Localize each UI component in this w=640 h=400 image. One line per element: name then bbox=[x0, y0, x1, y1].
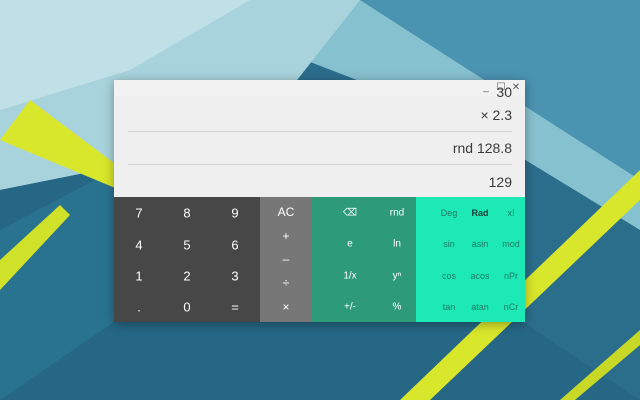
key-3[interactable]: 3 bbox=[231, 269, 238, 284]
key-npr[interactable]: nPr bbox=[504, 271, 518, 281]
key-5[interactable]: 5 bbox=[183, 238, 190, 253]
key-4[interactable]: 4 bbox=[135, 238, 142, 253]
display-separator bbox=[128, 164, 512, 165]
history-line: rnd 128.8 bbox=[452, 140, 512, 156]
key-7[interactable]: 7 bbox=[135, 206, 142, 221]
key-cos[interactable]: cos bbox=[442, 271, 456, 281]
key-radians[interactable]: Rad bbox=[471, 208, 488, 218]
calculator-display: 30 × 2.3 rnd 128.8 129 bbox=[114, 84, 525, 197]
scientific-pad: ⌫ rnd e ln 1/x yⁿ +/- % bbox=[312, 197, 416, 322]
key-6[interactable]: 6 bbox=[231, 238, 238, 253]
key-reciprocal[interactable]: 1/x bbox=[343, 271, 356, 282]
key-atan[interactable]: atan bbox=[471, 302, 489, 312]
key-tan[interactable]: tan bbox=[443, 302, 456, 312]
key-e[interactable]: e bbox=[347, 239, 353, 250]
key-0[interactable]: 0 bbox=[183, 300, 190, 315]
key-8[interactable]: 8 bbox=[183, 206, 190, 221]
key-factorial[interactable]: x! bbox=[507, 208, 514, 218]
key-divide[interactable]: ÷ bbox=[283, 276, 290, 290]
key-1[interactable]: 1 bbox=[135, 269, 142, 284]
operator-pad: AC + – ÷ × bbox=[260, 197, 312, 322]
key-power[interactable]: yⁿ bbox=[393, 271, 402, 282]
key-decimal[interactable]: . bbox=[137, 300, 141, 315]
key-equals[interactable]: = bbox=[231, 300, 239, 315]
display-separator bbox=[128, 131, 512, 132]
key-ln[interactable]: ln bbox=[393, 239, 401, 250]
key-ncr[interactable]: nCr bbox=[504, 302, 519, 312]
key-add[interactable]: + bbox=[282, 229, 289, 243]
key-sin[interactable]: sin bbox=[443, 239, 455, 249]
key-percent[interactable]: % bbox=[393, 302, 402, 313]
history-line: 30 bbox=[496, 84, 512, 100]
key-all-clear[interactable]: AC bbox=[278, 205, 295, 219]
key-9[interactable]: 9 bbox=[231, 206, 238, 221]
number-pad: 7 8 9 4 5 6 1 2 3 . 0 = bbox=[114, 197, 260, 322]
key-round[interactable]: rnd bbox=[390, 208, 404, 219]
result-line: 129 bbox=[488, 174, 512, 190]
key-negate[interactable]: +/- bbox=[344, 302, 356, 313]
key-subtract[interactable]: – bbox=[283, 252, 290, 266]
key-2[interactable]: 2 bbox=[183, 269, 190, 284]
calculator-window: _ ☐ ✕ 30 × 2.3 rnd 128.8 129 7 8 9 4 5 6… bbox=[114, 80, 525, 322]
key-multiply[interactable]: × bbox=[282, 300, 289, 314]
key-asin[interactable]: asin bbox=[472, 239, 489, 249]
key-acos[interactable]: acos bbox=[470, 271, 489, 281]
key-backspace[interactable]: ⌫ bbox=[343, 208, 357, 219]
advanced-pad: Deg Rad x! sin asin mod cos acos nPr tan… bbox=[416, 197, 525, 322]
key-degrees[interactable]: Deg bbox=[441, 208, 458, 218]
history-line: × 2.3 bbox=[480, 107, 512, 123]
key-mod[interactable]: mod bbox=[502, 239, 520, 249]
